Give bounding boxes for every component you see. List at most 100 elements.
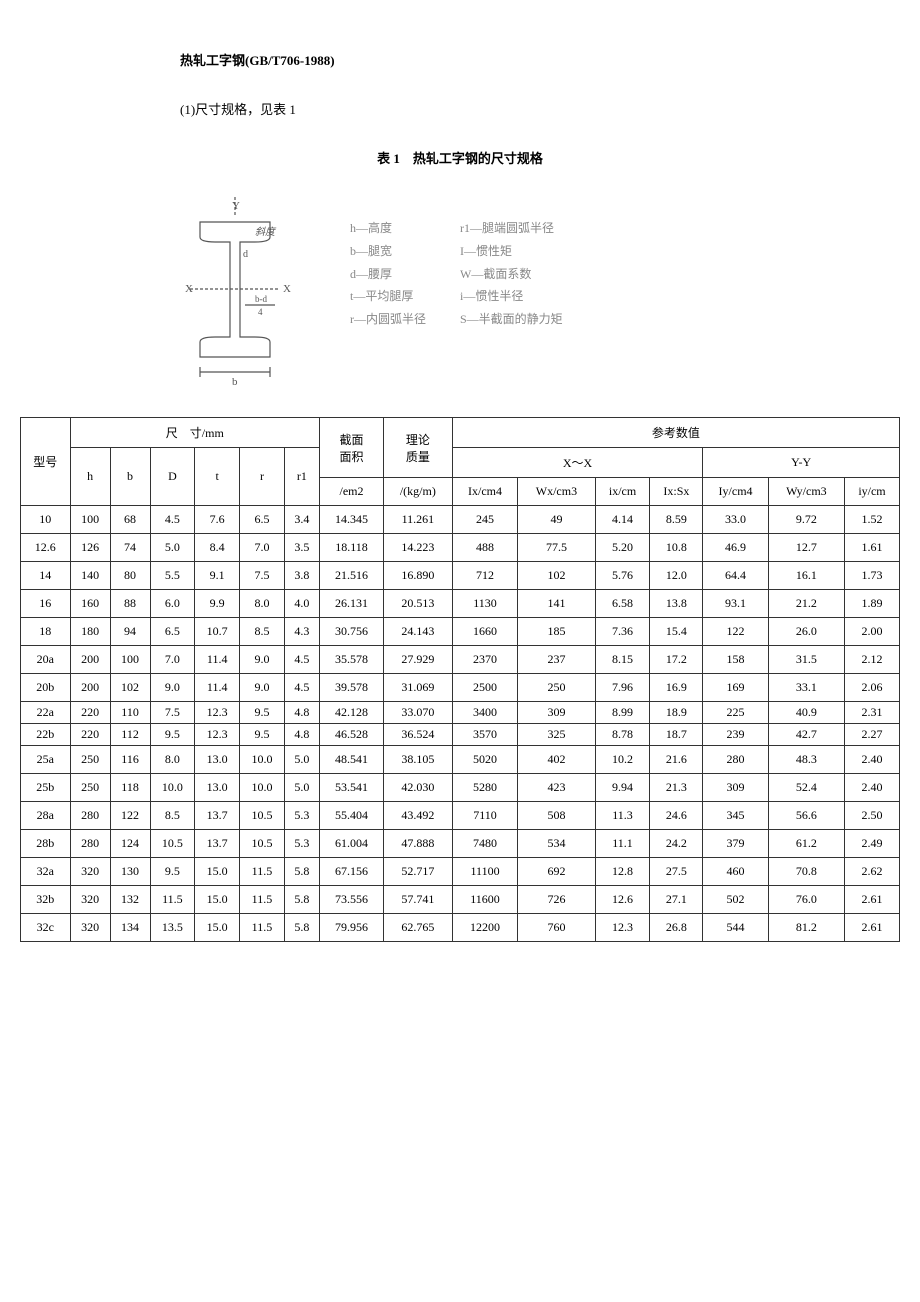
cell-r: 9.0 — [240, 646, 285, 674]
cell-r: 9.5 — [240, 724, 285, 746]
cell-wx: 692 — [518, 858, 595, 886]
cell-riy: 2.40 — [844, 746, 899, 774]
cell-area: 48.541 — [320, 746, 384, 774]
cell-r1: 5.0 — [284, 746, 319, 774]
cell-wx: 102 — [518, 562, 595, 590]
cell-wx: 309 — [518, 702, 595, 724]
cell-h: 126 — [70, 534, 110, 562]
cell-ix: 12200 — [452, 914, 518, 942]
table-row: 14140805.59.17.53.821.51616.8907121025.7… — [21, 562, 900, 590]
col-ix: Ix/cm4 — [452, 478, 518, 506]
cell-riy: 2.50 — [844, 802, 899, 830]
cell-ix: 5280 — [452, 774, 518, 802]
cell-h: 220 — [70, 702, 110, 724]
cell-b: 134 — [110, 914, 150, 942]
cell-wx: 77.5 — [518, 534, 595, 562]
table-row: 28a2801228.513.710.55.355.40443.49271105… — [21, 802, 900, 830]
cell-ix: 7480 — [452, 830, 518, 858]
cell-area: 67.156 — [320, 858, 384, 886]
cell-riy: 1.89 — [844, 590, 899, 618]
cell-riy: 2.27 — [844, 724, 899, 746]
cell-wy: 12.7 — [768, 534, 844, 562]
cell-riy: 2.61 — [844, 886, 899, 914]
cell-sx: 18.9 — [650, 702, 703, 724]
cell-area: 21.516 — [320, 562, 384, 590]
cell-rix: 12.8 — [595, 858, 650, 886]
cell-area: 53.541 — [320, 774, 384, 802]
cell-area: 18.118 — [320, 534, 384, 562]
cell-ix: 488 — [452, 534, 518, 562]
cell-h: 140 — [70, 562, 110, 590]
cell-d: 4.5 — [150, 506, 195, 534]
table-head: 型号 尺 寸/mm 截面面积 理论质量 参考数值 h b D t r r1 X～… — [21, 418, 900, 506]
col-area-unit: /em2 — [320, 478, 384, 506]
cell-wy: 48.3 — [768, 746, 844, 774]
cell-d: 10.5 — [150, 830, 195, 858]
table-row: 32c32013413.515.011.55.879.95662.7651220… — [21, 914, 900, 942]
svg-text:Y: Y — [232, 200, 240, 212]
svg-text:b: b — [232, 376, 238, 387]
cell-area: 79.956 — [320, 914, 384, 942]
cell-sx: 8.59 — [650, 506, 703, 534]
cell-riy: 2.06 — [844, 674, 899, 702]
cell-r1: 4.5 — [284, 674, 319, 702]
col-sx: Ix:Sx — [650, 478, 703, 506]
cell-mass: 11.261 — [383, 506, 452, 534]
cell-sx: 21.3 — [650, 774, 703, 802]
cell-rix: 5.20 — [595, 534, 650, 562]
cell-iy: 169 — [703, 674, 769, 702]
table-row: 32b32013211.515.011.55.873.55657.7411160… — [21, 886, 900, 914]
cell-sx: 27.5 — [650, 858, 703, 886]
cell-iy: 379 — [703, 830, 769, 858]
cell-b: 124 — [110, 830, 150, 858]
cell-iy: 46.9 — [703, 534, 769, 562]
cell-r: 10.5 — [240, 830, 285, 858]
cell-t: 15.0 — [195, 886, 240, 914]
col-wx: Wx/cm3 — [518, 478, 595, 506]
cell-area: 73.556 — [320, 886, 384, 914]
table-row: 10100684.57.66.53.414.34511.261245494.14… — [21, 506, 900, 534]
cell-iy: 309 — [703, 774, 769, 802]
cell-h: 250 — [70, 774, 110, 802]
col-iy: Iy/cm4 — [703, 478, 769, 506]
cell-r: 10.0 — [240, 774, 285, 802]
cell-mass: 20.513 — [383, 590, 452, 618]
cell-wy: 76.0 — [768, 886, 844, 914]
cell-r1: 4.8 — [284, 724, 319, 746]
cell-wx: 726 — [518, 886, 595, 914]
table-row: 16160886.09.98.04.026.13120.51311301416.… — [21, 590, 900, 618]
cell-iy: 544 — [703, 914, 769, 942]
legend-item: r—内圆弧半径 — [350, 308, 430, 331]
cell-b: 88 — [110, 590, 150, 618]
cell-t: 12.3 — [195, 702, 240, 724]
cell-ix: 3400 — [452, 702, 518, 724]
legend-item: I—惯性矩 — [460, 240, 540, 263]
cell-area: 30.756 — [320, 618, 384, 646]
cell-r1: 3.5 — [284, 534, 319, 562]
cell-sx: 10.8 — [650, 534, 703, 562]
cell-iy: 280 — [703, 746, 769, 774]
legend-item: r1—腿端圆弧半径 — [460, 217, 554, 240]
cell-d: 9.5 — [150, 724, 195, 746]
cell-sx: 12.0 — [650, 562, 703, 590]
cell-ix: 2370 — [452, 646, 518, 674]
cell-sx: 24.2 — [650, 830, 703, 858]
cell-area: 55.404 — [320, 802, 384, 830]
cell-r: 10.5 — [240, 802, 285, 830]
svg-text:d: d — [243, 249, 248, 260]
cell-r1: 4.5 — [284, 646, 319, 674]
cell-mass: 38.105 — [383, 746, 452, 774]
cell-r: 9.5 — [240, 702, 285, 724]
cell-b: 100 — [110, 646, 150, 674]
cell-area: 61.004 — [320, 830, 384, 858]
svg-text:X: X — [283, 283, 291, 295]
cell-ix: 245 — [452, 506, 518, 534]
cell-model: 22b — [21, 724, 71, 746]
cell-r: 8.0 — [240, 590, 285, 618]
cell-wy: 52.4 — [768, 774, 844, 802]
cell-wx: 534 — [518, 830, 595, 858]
cell-riy: 1.52 — [844, 506, 899, 534]
cell-wx: 402 — [518, 746, 595, 774]
cell-riy: 2.62 — [844, 858, 899, 886]
cell-model: 16 — [21, 590, 71, 618]
